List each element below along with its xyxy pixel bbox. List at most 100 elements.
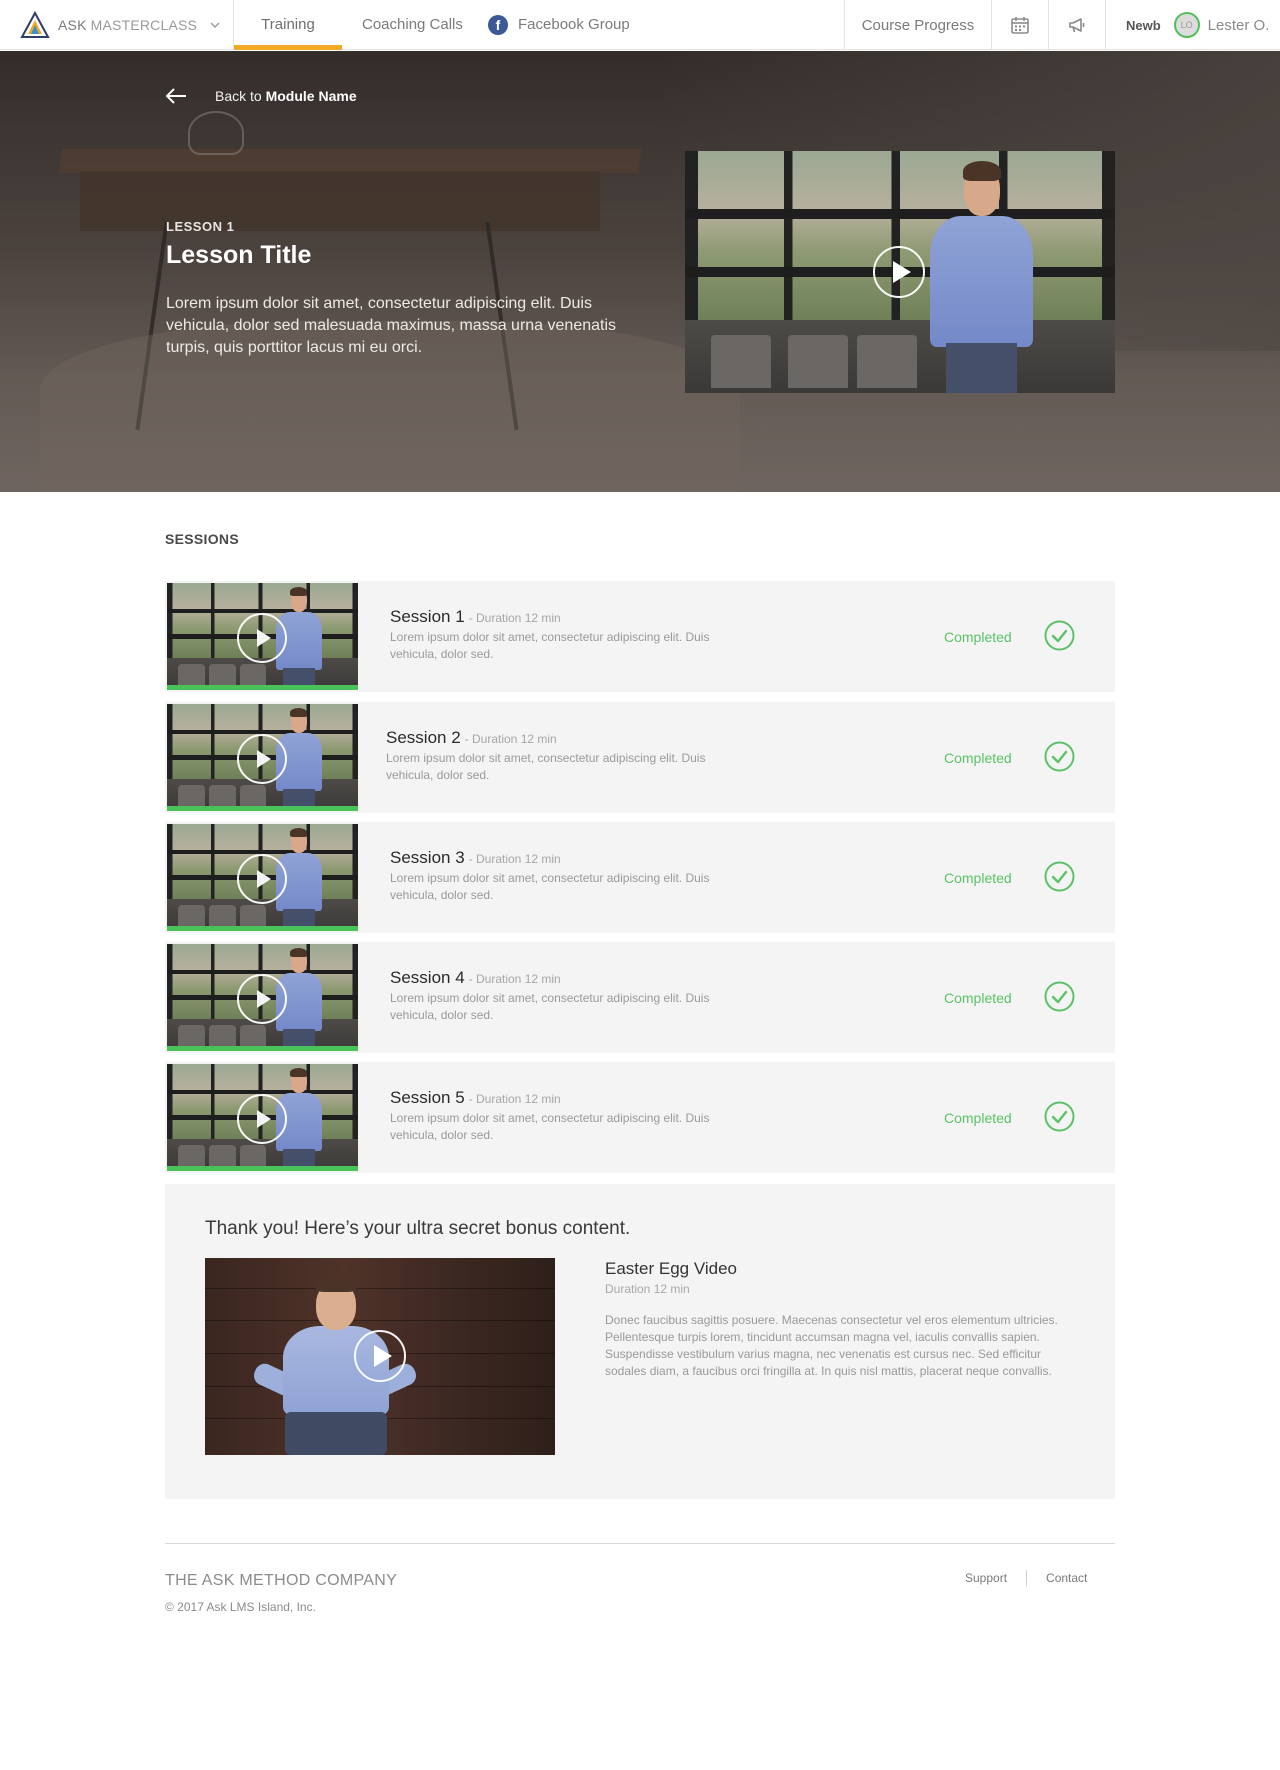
session-description: Lorem ipsum dolor sit amet, consectetur … [390,630,710,661]
nav-right-group: Course Progress Newb LO Lester O. [844,0,1280,50]
bonus-video-duration: Duration 12 min [605,1282,690,1296]
session-status: Completed [944,990,1012,1006]
megaphone-icon [1069,18,1085,33]
presenter-figure [926,160,1038,393]
session-title-text: Session 1 [390,607,465,626]
session-title-text: Session 4 [390,968,465,987]
session-title[interactable]: Session 3- Duration 12 min [390,848,561,868]
user-name: Lester O. [1207,16,1270,34]
play-icon[interactable] [237,1094,287,1144]
session-thumbnail[interactable] [167,704,358,811]
session-duration: - Duration 12 min [468,852,561,866]
session-progress-bar [167,806,358,811]
footer-links: Support Contact [965,1570,1087,1586]
play-icon[interactable] [237,734,287,784]
session-duration: - Duration 12 min [464,732,557,746]
footer-copyright: © 2017 Ask LMS Island, Inc. [165,1600,316,1614]
session-status: Completed [944,870,1012,886]
session-status: Completed [944,1110,1012,1126]
calendar-icon [1011,17,1029,34]
session-status: Completed [944,629,1012,645]
play-icon[interactable] [354,1330,406,1382]
session-title[interactable]: Session 4- Duration 12 min [390,968,561,988]
session-description: Lorem ipsum dolor sit amet, consectetur … [390,991,710,1022]
ask-logo-icon [20,11,50,38]
session-progress-bar [167,926,358,931]
session-description: Lorem ipsum dolor sit amet, consectetur … [390,871,710,902]
session-duration: - Duration 12 min [468,1092,561,1106]
footer-link-separator [1026,1570,1028,1586]
lesson-video-player[interactable] [685,151,1115,393]
back-link-text: Back to Module Name [215,88,357,104]
chevron-down-icon[interactable] [209,19,221,31]
session-thumbnail[interactable] [167,583,358,690]
session-progress-bar [167,1046,358,1051]
nav-link-facebook-label: Facebook Group [518,16,630,33]
brand-switcher[interactable]: ASK MASTERCLASS [20,0,234,50]
video-chair [788,334,849,389]
session-thumbnail[interactable] [167,824,358,931]
check-circle-icon [1044,981,1075,1012]
session-title[interactable]: Session 1- Duration 12 min [390,607,561,627]
back-link-prefix: Back to [215,88,262,104]
check-circle-icon [1044,1101,1075,1132]
footer-link-contact[interactable]: Contact [1046,1571,1087,1585]
video-chair [857,334,918,389]
play-icon[interactable] [237,974,287,1024]
lesson-hero: Back to Module Name LESSON 1 Lesson Titl… [0,51,1280,492]
user-menu[interactable]: Newb LO Lester O. [1105,0,1280,50]
session-title[interactable]: Session 2- Duration 12 min [386,728,557,748]
user-level-badge: Newb [1126,17,1161,33]
announcements-button[interactable] [1048,0,1105,50]
bonus-video-description: Donec faucibus sagittis posuere. Maecena… [605,1313,1058,1378]
back-to-module-link[interactable]: Back to Module Name [165,88,357,104]
nav-tab-training[interactable]: Training [234,0,342,50]
session-duration: - Duration 12 min [468,611,561,625]
session-row[interactable]: Session 3- Duration 12 min Lorem ipsum d… [165,822,1115,933]
course-progress-link[interactable]: Course Progress [844,0,991,50]
session-progress-bar [167,1166,358,1171]
arrow-left-icon [165,88,186,104]
session-progress-bar [167,685,358,690]
bonus-video-title[interactable]: Easter Egg Video [605,1259,737,1279]
session-description: Lorem ipsum dolor sit amet, consectetur … [390,1111,710,1142]
sessions-heading: SESSIONS [165,531,239,547]
session-title-text: Session 5 [390,1088,465,1107]
check-circle-icon [1044,741,1075,772]
lesson-description: Lorem ipsum dolor sit amet, consectetur … [166,295,617,356]
footer-divider [165,1543,1115,1544]
bonus-content-panel: Thank you! Here’s your ultra secret bonu… [165,1184,1115,1499]
bonus-heading: Thank you! Here’s your ultra secret bonu… [205,1218,631,1239]
lesson-number: LESSON 1 [166,219,235,234]
back-link-module-name: Module Name [265,88,357,104]
check-circle-icon [1044,620,1075,651]
session-thumbnail[interactable] [167,944,358,1051]
bonus-video-player[interactable] [205,1258,555,1455]
session-description: Lorem ipsum dolor sit amet, consectetur … [386,751,706,782]
session-row[interactable]: Session 1- Duration 12 min Lorem ipsum d… [165,581,1115,692]
brand-name-primary: ASK [58,17,87,33]
video-window-bar [685,209,1115,219]
session-row[interactable]: Session 4- Duration 12 min Lorem ipsum d… [165,942,1115,1053]
footer-company-name: THE ASK METHOD COMPANY [165,1572,398,1589]
session-thumbnail[interactable] [167,1064,358,1171]
play-icon[interactable] [873,246,925,298]
top-nav: ASK MASTERCLASS Training Coaching Calls … [0,0,1280,50]
footer-link-support[interactable]: Support [965,1571,1007,1585]
nav-link-facebook-group[interactable]: f Facebook Group [488,0,630,50]
session-status: Completed [944,750,1012,766]
session-row[interactable]: Session 5- Duration 12 min Lorem ipsum d… [165,1062,1115,1173]
play-icon[interactable] [237,854,287,904]
session-duration: - Duration 12 min [468,972,561,986]
brand-name-secondary: MASTERCLASS [90,17,198,33]
calendar-button[interactable] [991,0,1048,50]
session-row[interactable]: Session 2- Duration 12 min Lorem ipsum d… [165,702,1115,813]
video-chair [710,334,771,389]
nav-tab-coaching-calls[interactable]: Coaching Calls [362,0,463,50]
session-title-text: Session 2 [386,728,461,747]
session-title[interactable]: Session 5- Duration 12 min [390,1088,561,1108]
lesson-title: Lesson Title [166,241,312,269]
avatar: LO [1173,12,1200,38]
facebook-icon: f [488,15,508,35]
play-icon[interactable] [237,613,287,663]
